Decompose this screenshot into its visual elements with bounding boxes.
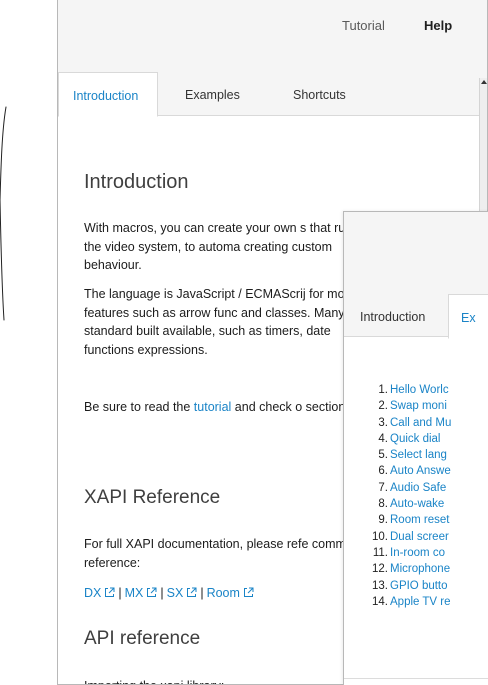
example-number: 7.: [378, 481, 388, 494]
list-item[interactable]: 12. Microphone: [344, 561, 488, 577]
xapi-doc-links: DX | MX | SX | Room: [84, 586, 254, 600]
introduction-heading: Introduction: [84, 171, 189, 193]
example-link[interactable]: Apple TV re: [390, 594, 451, 610]
sx-link[interactable]: SX: [167, 586, 198, 600]
example-number: 13.: [372, 579, 388, 592]
top-bar: Tutorial Help: [58, 0, 487, 72]
list-item[interactable]: 10. Dual screer: [344, 529, 488, 545]
external-link-icon: [243, 587, 254, 597]
tab-examples[interactable]: Examples: [185, 72, 240, 116]
link-separator: |: [200, 586, 204, 600]
tab-bar: Introduction Examples Shortcuts: [58, 72, 487, 117]
example-link[interactable]: Call and Mu: [390, 415, 451, 431]
example-link[interactable]: GPIO butto: [390, 578, 448, 594]
example-link[interactable]: Select lang: [390, 447, 447, 463]
scroll-up-arrow-icon[interactable]: [481, 80, 487, 84]
list-item[interactable]: 7. Audio Safe: [344, 480, 488, 496]
example-link[interactable]: Swap moni: [390, 398, 447, 414]
list-item[interactable]: 3. Call and Mu: [344, 415, 488, 431]
external-link-icon: [147, 587, 157, 597]
example-number: 11.: [372, 546, 388, 559]
examples-list: 1. Hello Worlc 2. Swap moni 3. Call and Mu …: [344, 382, 488, 610]
example-link[interactable]: Dual screer: [390, 529, 449, 545]
example-link[interactable]: Audio Safe: [390, 480, 446, 496]
tutorial-inline-link[interactable]: tutorial: [194, 400, 232, 414]
intro-paragraph-3-text-b: and check o section.: [231, 400, 349, 414]
link-separator: |: [118, 586, 122, 600]
external-link-icon: [105, 587, 115, 597]
intro-paragraph-3: Be sure to read the tutorial and check o…: [84, 398, 384, 417]
list-item[interactable]: 6. Auto Answe: [344, 463, 488, 479]
tutorial-link[interactable]: Tutorial: [342, 18, 385, 33]
front-tab-bar: Introduction Ex: [344, 294, 488, 339]
list-item[interactable]: 11. In-room co: [344, 545, 488, 561]
list-item[interactable]: 2. Swap moni: [344, 398, 488, 414]
example-link[interactable]: Auto-wake: [390, 496, 444, 512]
example-number: 14.: [372, 595, 388, 608]
divider: [344, 678, 488, 679]
list-item[interactable]: 9. Room reset: [344, 512, 488, 528]
room-link[interactable]: Room: [207, 586, 254, 600]
example-number: 12.: [372, 563, 388, 576]
list-item[interactable]: 5. Select lang: [344, 447, 488, 463]
example-number: 8.: [378, 498, 388, 511]
example-link[interactable]: In-room co: [390, 545, 445, 561]
mx-link[interactable]: MX: [125, 586, 158, 600]
example-number: 6.: [378, 465, 388, 478]
example-link[interactable]: Hello Worlc: [390, 382, 449, 398]
example-number: 1.: [378, 384, 388, 396]
example-number: 3.: [378, 416, 388, 429]
list-item[interactable]: 4. Quick dial: [344, 431, 488, 447]
macro-editor-window-front: Introduction Ex 1. Hello Worlc 2. Swap mon…: [343, 211, 488, 685]
link-separator: |: [160, 586, 164, 600]
help-link[interactable]: Help: [424, 18, 452, 33]
front-tab-examples[interactable]: Ex: [448, 294, 488, 339]
example-link[interactable]: Quick dial: [390, 431, 441, 447]
api-reference-heading: API reference: [84, 628, 201, 649]
tab-introduction[interactable]: Introduction: [58, 72, 158, 117]
example-number: 2.: [378, 400, 388, 413]
list-item[interactable]: 14. Apple TV re: [344, 594, 488, 610]
intro-paragraph-2: The language is JavaScript / ECMAScrij f…: [84, 287, 380, 357]
example-number: 9.: [378, 514, 388, 527]
external-link-icon: [187, 587, 197, 597]
example-link[interactable]: Room reset: [390, 512, 449, 528]
front-top-bar: [344, 212, 488, 294]
importing-label: Importing the xapi library:: [84, 677, 384, 684]
intro-paragraph-1: With macros, you can create your own s t…: [84, 221, 370, 272]
example-link[interactable]: Auto Answe: [390, 463, 451, 479]
xapi-paragraph: For full XAPI documentation, please refe…: [84, 537, 367, 570]
front-tab-introduction[interactable]: Introduction: [360, 294, 425, 338]
list-item[interactable]: 1. Hello Worlc: [344, 382, 488, 398]
dx-link[interactable]: DX: [84, 586, 115, 600]
list-item[interactable]: 8. Auto-wake: [344, 496, 488, 512]
intro-paragraph-3-text-a: Be sure to read the: [84, 400, 194, 414]
tab-shortcuts[interactable]: Shortcuts: [293, 72, 346, 116]
list-item[interactable]: 13. GPIO butto: [344, 578, 488, 594]
example-number: 4.: [378, 432, 388, 445]
example-number: 5.: [378, 449, 388, 462]
example-number: 10.: [372, 530, 388, 543]
xapi-reference-heading: XAPI Reference: [84, 487, 221, 508]
example-link[interactable]: Microphone: [390, 561, 450, 577]
